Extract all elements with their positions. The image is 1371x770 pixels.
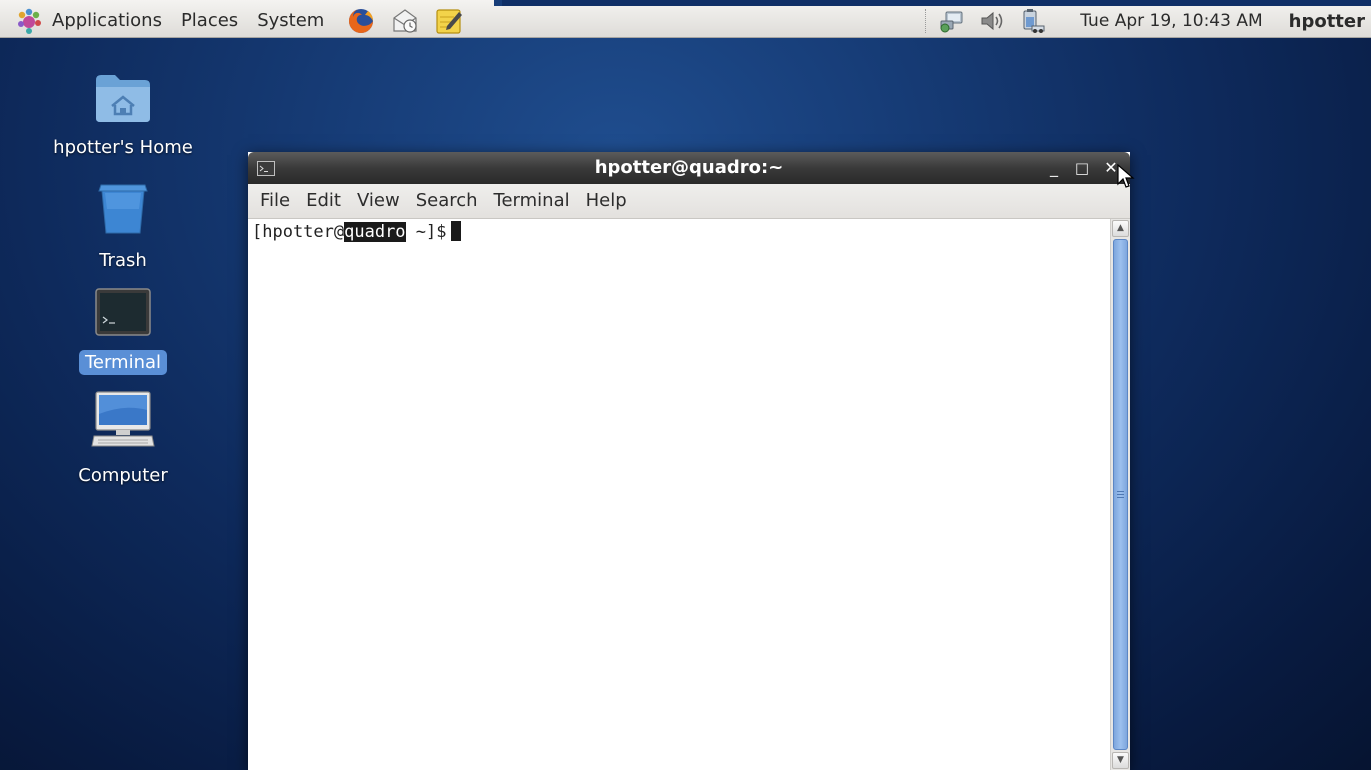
panel-left: Applications Places System (14, 6, 478, 36)
mail-icon[interactable] (390, 6, 420, 36)
home-folder-icon (96, 75, 150, 122)
mouse-pointer-icon (1117, 164, 1135, 188)
terminal-menubar: File Edit View Search Terminal Help (248, 184, 1130, 219)
prompt-suffix: ~]$ (405, 222, 447, 242)
desktop-icon-computer[interactable]: Computer (38, 390, 208, 488)
desktop-icon-label: Computer (78, 465, 168, 486)
desktop-icon-home[interactable]: hpotter's Home (38, 72, 208, 160)
top-panel: Applications Places System Tue Apr 19, 1… (0, 0, 1371, 38)
notes-icon[interactable] (434, 6, 464, 36)
terminal-icon (95, 288, 151, 336)
system-label: System (257, 10, 325, 31)
menu-terminal[interactable]: Terminal (486, 184, 578, 218)
terminal-window[interactable]: hpotter@quadro:~ _ □ ✕ File Edit View Se… (248, 152, 1130, 770)
scroll-up-button[interactable]: ▲ (1112, 220, 1129, 237)
menu-search[interactable]: Search (408, 184, 486, 218)
trash-icon (98, 184, 148, 234)
vertical-scrollbar[interactable]: ▲ ▼ (1110, 219, 1130, 770)
panel-gap (494, 0, 502, 6)
desktop-icon-label: hpotter's Home (53, 137, 193, 158)
text-cursor (450, 221, 461, 241)
volume-icon[interactable] (978, 8, 1006, 34)
title-bar[interactable]: hpotter@quadro:~ _ □ ✕ (248, 152, 1130, 184)
desktop-icon-label: Terminal (78, 350, 168, 375)
desktop-icon-terminal[interactable]: Terminal (38, 287, 208, 375)
applications-label: Applications (52, 10, 162, 31)
scroll-down-button[interactable]: ▼ (1112, 752, 1129, 769)
clock[interactable]: Tue Apr 19, 10:43 AM (1080, 11, 1262, 31)
minimize-button[interactable]: _ (1044, 158, 1064, 178)
desktop-icon-label: Trash (99, 250, 147, 271)
power-icon[interactable] (1018, 8, 1046, 34)
network-icon[interactable] (938, 8, 966, 34)
menu-file[interactable]: File (252, 184, 298, 218)
panel-right: Tue Apr 19, 10:43 AM hpotter (925, 6, 1371, 36)
computer-icon (91, 391, 155, 447)
gnome-foot-icon (18, 8, 41, 34)
menu-help[interactable]: Help (578, 184, 635, 218)
scrollbar-grip (1117, 490, 1124, 499)
selected-text[interactable]: quadro (344, 222, 406, 242)
scrollbar-thumb[interactable] (1113, 239, 1128, 750)
maximize-button[interactable]: □ (1072, 158, 1092, 178)
menu-edit[interactable]: Edit (298, 184, 349, 218)
tray-separator (925, 9, 928, 33)
prompt-prefix: [hpotter@ (252, 222, 345, 242)
terminal-output[interactable]: [hpotter@quadro ~]$ (248, 219, 1110, 770)
places-label: Places (180, 10, 239, 31)
desktop-icon-trash[interactable]: Trash (38, 179, 208, 273)
shell-prompt: [hpotter@quadro ~]$ (252, 221, 461, 243)
system-menu[interactable]: System (257, 6, 324, 36)
window-title: hpotter@quadro:~ (594, 157, 784, 178)
menu-view[interactable]: View (349, 184, 408, 218)
firefox-icon[interactable] (346, 6, 376, 36)
places-menu[interactable]: Places (181, 6, 238, 36)
user-menu[interactable]: hpotter (1289, 11, 1365, 32)
applications-menu[interactable]: Applications (14, 6, 162, 36)
